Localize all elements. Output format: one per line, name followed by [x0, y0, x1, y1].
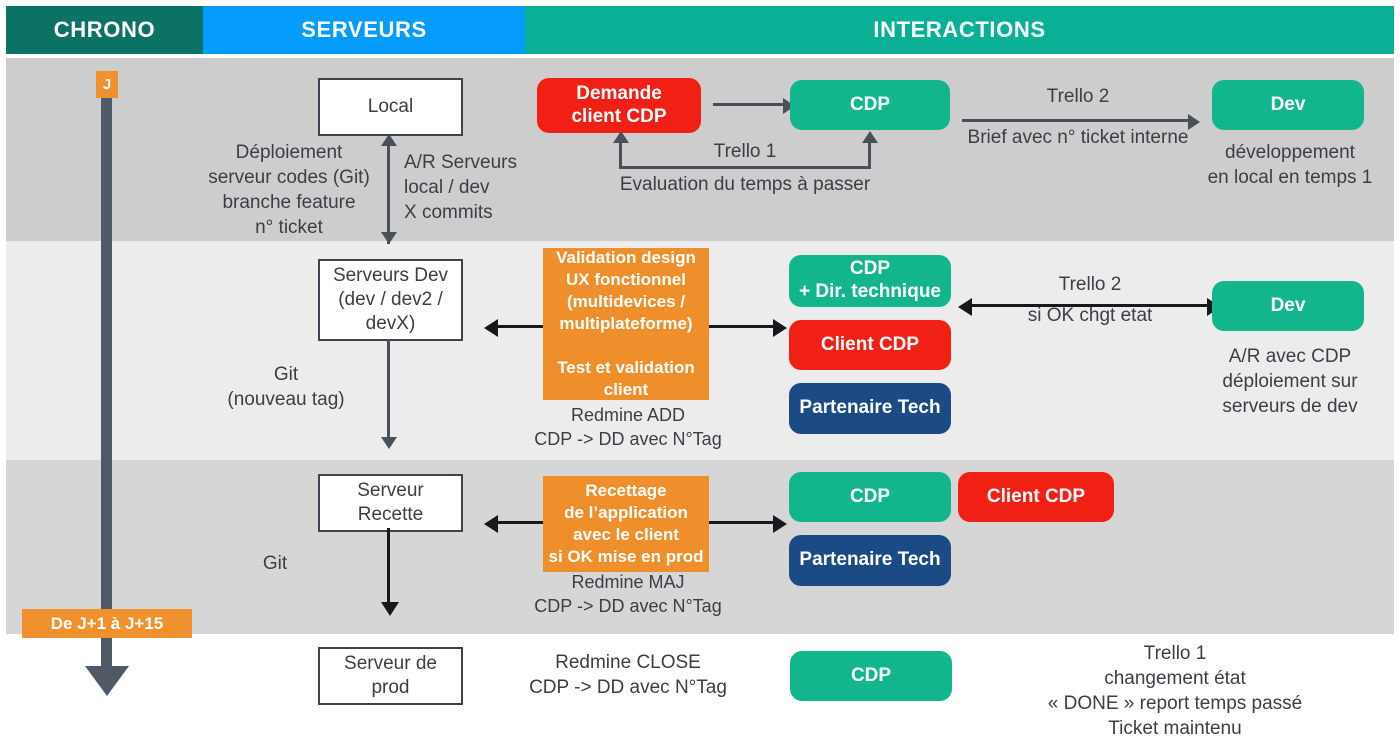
pill-cdp-row3-label: CDP [849, 485, 891, 507]
pill-cdp-row4: CDP [790, 651, 952, 701]
arrow-demande-to-cdp-line [713, 103, 785, 106]
server-box-local-label: Local [367, 96, 414, 118]
trello1-loop-horizontal [619, 166, 871, 169]
server-box-local: Local [318, 78, 463, 136]
note-deploiement: Déploiement serveur codes (Git) branche … [208, 142, 370, 239]
pill-cdp-row4-label: CDP [850, 664, 892, 686]
label-si-ok-chgt-etat: si OK chgt etat [1027, 305, 1153, 326]
process-box-recettage-label: Recettage de l’application avec le clien… [548, 480, 704, 567]
pill-partenaire-tech-row3: Partenaire Tech [789, 535, 951, 586]
header-label-interactions: INTERACTIONS [873, 17, 1046, 42]
server-box-serveurs-dev-label: Serveurs Dev (dev / dev2 / devX) [332, 265, 449, 334]
pill-dev-row1-label: Dev [1270, 93, 1306, 115]
header-label-chrono: CHRONO [53, 17, 156, 42]
connector-local-dev-arrow-up [381, 134, 397, 146]
pill-demande-client-cdp: Demande client CDP [537, 78, 701, 133]
arrow-validation-left-head [484, 319, 498, 337]
pill-client-cdp-row3-label: Client CDP [986, 485, 1086, 507]
timeline-start-marker: J [96, 71, 118, 98]
trello1-loop-right-riser [868, 140, 871, 169]
connector-dev-recette-arrow [381, 437, 397, 449]
server-box-serveur-prod-label: Serveur de prod [344, 653, 437, 698]
connector-local-dev-arrow-down [381, 232, 397, 244]
server-box-serveurs-dev: Serveurs Dev (dev / dev2 / devX) [318, 259, 463, 341]
note-developpement-local: développement en local en temps 1 [1207, 142, 1373, 189]
pill-cdp-row3: CDP [789, 472, 951, 522]
connector-recette-prod-line [387, 528, 390, 606]
server-box-serveur-recette: Serveur Recette [318, 474, 463, 532]
trello2-row2-arrow-left [958, 298, 972, 316]
arrow-recettage-right-head [773, 515, 787, 533]
pill-dev-row2-label: Dev [1270, 294, 1306, 316]
pill-partenaire-tech-row3-label: Partenaire Tech [799, 549, 941, 571]
note-git-row3: Git [262, 553, 288, 574]
timeline-start-marker-label: J [102, 76, 112, 93]
workflow-diagram: CHRONO SERVEURS INTERACTIONS J De J+1 à … [0, 0, 1400, 746]
timeline-range-marker-label: De J+1 à J+15 [50, 613, 164, 633]
header-column-serveurs: SERVEURS [203, 6, 525, 54]
trello1-loop-right-arrow [862, 131, 878, 143]
timeline-range-marker: De J+1 à J+15 [22, 609, 192, 638]
note-redmine-close: Redmine CLOSE CDP -> DD avec N°Tag [529, 652, 727, 699]
connector-dev-recette-line [387, 339, 390, 443]
header-label-serveurs: SERVEURS [301, 17, 427, 42]
header-column-interactions: INTERACTIONS [525, 6, 1394, 54]
process-box-recettage: Recettage de l’application avec le clien… [543, 476, 709, 572]
trello2-row1-line [962, 119, 1192, 122]
header-column-chrono: CHRONO [6, 6, 203, 54]
pill-partenaire-tech-row2-label: Partenaire Tech [799, 397, 941, 419]
pill-dev-row2: Dev [1212, 281, 1364, 331]
trello1-loop-left-arrow [613, 131, 629, 143]
arrow-validation-right-line [709, 325, 775, 328]
arrow-recettage-right-line [709, 521, 775, 524]
process-box-validation-design: Validation design UX fonctionnel (multid… [543, 248, 709, 400]
label-evaluation-temps: Evaluation du temps à passer [619, 174, 871, 195]
note-ar-avec-cdp: A/R avec CDP déploiement sur serveurs de… [1222, 346, 1358, 418]
process-box-validation-design-label: Validation design UX fonctionnel (multid… [556, 247, 696, 400]
note-redmine-add: Redmine ADD CDP -> DD avec N°Tag [534, 405, 722, 449]
connector-local-dev-line [387, 144, 390, 244]
server-box-serveur-recette-label: Serveur Recette [357, 480, 424, 525]
pill-cdp-row1-label: CDP [849, 93, 891, 115]
label-trello-2-row2: Trello 2 [1058, 274, 1122, 295]
note-ar-serveurs: A/R Serveurs local / dev X commits [404, 152, 517, 224]
trello1-loop-left-riser [619, 140, 622, 169]
arrow-recettage-left-head [484, 515, 498, 533]
note-git-nouveau-tag: Git (nouveau tag) [227, 364, 345, 411]
timeline-arrow-shaft [101, 84, 112, 669]
pill-cdp-row1: CDP [790, 80, 950, 130]
pill-client-cdp-row2-label: Client CDP [820, 333, 920, 355]
arrow-validation-left-line [497, 325, 543, 328]
note-trello-1-final: Trello 1 changement état « DONE » report… [1047, 643, 1303, 740]
pill-client-cdp-row2: Client CDP [789, 320, 951, 370]
pill-cdp-dir-technique-label: CDP + Dir. technique [798, 258, 941, 302]
arrow-validation-right-head [773, 319, 787, 337]
pill-demande-client-cdp-label: Demande client CDP [571, 82, 667, 127]
server-box-serveur-prod: Serveur de prod [318, 647, 463, 705]
pill-partenaire-tech-row2: Partenaire Tech [789, 383, 951, 434]
timeline-arrow-head [85, 666, 129, 696]
label-trello-2-row1: Trello 2 [1046, 86, 1110, 107]
pill-client-cdp-row3: Client CDP [958, 472, 1114, 522]
pill-dev-row1: Dev [1212, 80, 1364, 130]
pill-cdp-dir-technique: CDP + Dir. technique [789, 255, 951, 307]
connector-recette-prod-arrow [381, 602, 399, 616]
label-brief-ticket-interne: Brief avec n° ticket interne [967, 127, 1189, 148]
label-trello-1: Trello 1 [713, 141, 777, 162]
note-redmine-maj: Redmine MAJ CDP -> DD avec N°Tag [534, 572, 722, 616]
arrow-recettage-left-line [497, 521, 543, 524]
